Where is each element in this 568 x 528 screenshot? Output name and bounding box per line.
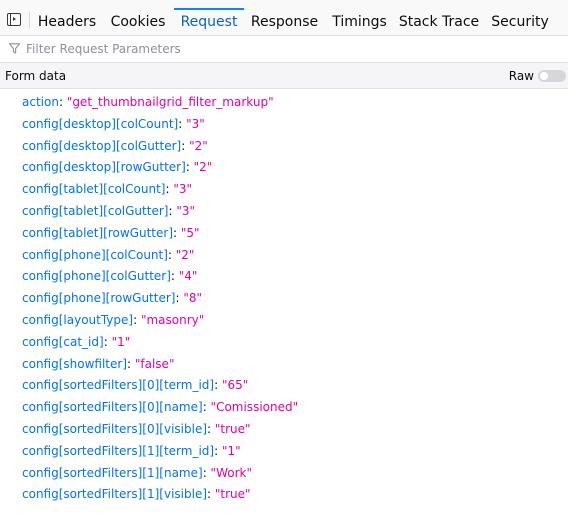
param-colon: :: [133, 312, 141, 327]
param-row[interactable]: config[sortedFilters][0][term_id]: "65": [22, 376, 298, 398]
param-colon: :: [214, 378, 222, 393]
param-key: config[desktop][rowGutter]: [22, 160, 186, 175]
raw-toggle[interactable]: [538, 70, 566, 82]
param-value: "get_thumbnailgrid_filter_markup": [66, 95, 274, 109]
param-value: "65": [221, 378, 249, 393]
param-value: "4": [178, 269, 198, 284]
filter-request-parameters-input[interactable]: [26, 40, 546, 58]
param-colon: :: [202, 400, 211, 415]
param-colon: :: [103, 334, 112, 349]
param-row[interactable]: config[desktop][colCount]: "3": [22, 115, 298, 137]
param-colon: :: [178, 116, 187, 131]
param-colon: :: [214, 443, 222, 458]
tab-response[interactable]: Response: [247, 0, 322, 36]
param-colon: :: [202, 465, 211, 480]
tab-cookies[interactable]: Cookies: [105, 0, 171, 36]
param-key: config[phone][rowGutter]: [22, 291, 176, 306]
param-row[interactable]: config[tablet][colCount]: "3": [22, 180, 298, 202]
param-colon: :: [207, 421, 215, 436]
param-key: config[cat_id]: [22, 334, 104, 349]
param-value: "1": [111, 334, 131, 349]
param-colon: :: [185, 160, 194, 175]
param-row[interactable]: config[layoutType]: "masonry": [22, 311, 298, 333]
param-value: "true": [214, 421, 251, 436]
param-value: "2": [175, 247, 195, 262]
tab-request[interactable]: Request: [174, 0, 244, 36]
param-colon: :: [207, 487, 215, 502]
filter-bar: [0, 36, 568, 63]
param-row[interactable]: config[tablet][rowGutter]: "5": [22, 224, 298, 246]
tab-stack-trace[interactable]: Stack Trace: [397, 0, 481, 36]
param-row[interactable]: config[phone][colCount]: "2": [22, 246, 298, 268]
param-value: "false": [134, 356, 175, 371]
param-value: "Comissioned": [210, 400, 299, 415]
param-value: "3": [186, 116, 205, 131]
param-colon: :: [58, 95, 67, 109]
param-value: "Work": [210, 465, 252, 480]
param-key: config[desktop][colCount]: [22, 116, 179, 131]
form-data-list: action: "get_thumbnailgrid_filter_markup…: [22, 93, 298, 507]
param-value: "masonry": [140, 312, 205, 327]
details-tab-bar: Headers Cookies Request Response Timings…: [0, 0, 568, 36]
raw-toggle-label: Raw: [508, 69, 534, 83]
param-key: config[desktop][colGutter]: [22, 138, 182, 153]
param-key: config[tablet][colCount]: [22, 182, 166, 197]
param-colon: :: [181, 138, 190, 153]
sidebar-toggle-icon[interactable]: [7, 13, 21, 26]
param-row[interactable]: config[sortedFilters][0][name]: "Comissi…: [22, 398, 298, 420]
param-key: config[tablet][rowGutter]: [22, 225, 174, 240]
param-row[interactable]: config[sortedFilters][1][name]: "Work": [22, 464, 298, 486]
param-key: config[sortedFilters][0][visible]: [22, 421, 208, 436]
raw-toggle-knob: [540, 72, 548, 80]
param-key: config[sortedFilters][1][name]: [22, 465, 203, 480]
param-key: config[phone][colGutter]: [22, 269, 171, 284]
param-row[interactable]: config[sortedFilters][1][term_id]: "1": [22, 442, 298, 464]
param-key: config[sortedFilters][0][term_id]: [22, 378, 215, 393]
param-value: "2": [189, 138, 208, 153]
param-key: config[sortedFilters][0][name]: [22, 400, 203, 415]
form-data-header[interactable]: Form data Raw: [0, 63, 568, 89]
funnel-icon: [9, 43, 20, 54]
param-row[interactable]: config[sortedFilters][0][visible]: "true…: [22, 420, 298, 442]
param-value: "5": [180, 225, 200, 240]
param-value: "true": [214, 487, 251, 502]
param-colon: :: [127, 356, 135, 371]
param-key: config[sortedFilters][1][visible]: [22, 487, 208, 502]
param-row[interactable]: config[desktop][rowGutter]: "2": [22, 158, 298, 180]
tab-separator: [29, 12, 30, 28]
param-row[interactable]: action: "get_thumbnailgrid_filter_markup…: [22, 93, 298, 115]
section-title: Form data: [5, 69, 67, 83]
param-key: action: [22, 95, 59, 109]
param-value: "1": [221, 443, 241, 458]
tab-security[interactable]: Security: [486, 0, 554, 36]
param-row[interactable]: config[phone][colGutter]: "4": [22, 267, 298, 289]
param-value: "3": [176, 203, 195, 218]
param-key: config[layoutType]: [22, 312, 134, 327]
param-row[interactable]: config[sortedFilters][1][visible]: "true…: [22, 485, 298, 507]
param-value: "8": [183, 291, 203, 306]
param-colon: :: [167, 247, 176, 262]
param-colon: :: [170, 269, 179, 284]
tab-timings[interactable]: Timings: [326, 0, 393, 36]
param-colon: :: [173, 225, 181, 240]
tab-headers[interactable]: Headers: [32, 0, 102, 36]
param-key: config[phone][colCount]: [22, 247, 168, 262]
param-value: "3": [173, 182, 193, 197]
param-key: config[tablet][colGutter]: [22, 203, 169, 218]
param-key: config[sortedFilters][1][term_id]: [22, 443, 215, 458]
param-row[interactable]: config[phone][rowGutter]: "8": [22, 289, 298, 311]
param-row[interactable]: config[cat_id]: "1": [22, 333, 298, 355]
param-row[interactable]: config[tablet][colGutter]: "3": [22, 202, 298, 224]
param-key: config[showfilter]: [22, 356, 128, 371]
param-row[interactable]: config[desktop][colGutter]: "2": [22, 137, 298, 159]
param-row[interactable]: config[showfilter]: "false": [22, 355, 298, 377]
param-value: "2": [193, 160, 213, 175]
